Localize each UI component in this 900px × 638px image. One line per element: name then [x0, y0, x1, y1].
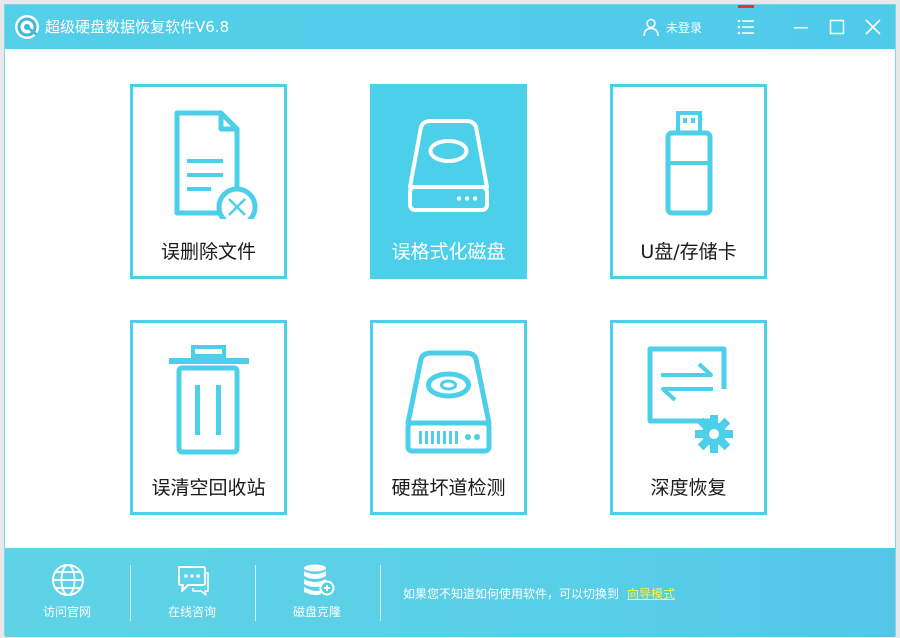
usb-drive-icon	[665, 111, 713, 216]
tile-label: 误清空回收站	[151, 477, 266, 499]
login-button[interactable]: 未登录	[641, 16, 702, 38]
wizard-mode-link[interactable]: 向导模式	[627, 587, 675, 601]
guide-hint-text: 如果您不知道如何使用软件，可以切换到	[403, 587, 620, 601]
app-window: 超级硬盘数据恢复软件V6.8 未登录 误删除文件 误格式化磁盘 U盘/存储卡 误…	[4, 4, 896, 637]
maximize-icon	[829, 19, 845, 35]
close-icon	[865, 19, 881, 35]
database-clone-icon	[304, 564, 335, 596]
toolbar-divider	[255, 565, 256, 621]
toolbar-divider	[130, 565, 131, 621]
tile-deep-recovery[interactable]: 深度恢复	[610, 320, 767, 515]
title-bar[interactable]: 超级硬盘数据恢复软件V6.8 未登录	[5, 5, 895, 49]
user-icon	[643, 18, 659, 37]
guide-hint: 如果您不知道如何使用软件，可以切换到 向导模式	[403, 586, 675, 602]
menu-button[interactable]	[729, 5, 763, 49]
app-title: 超级硬盘数据恢复软件V6.8	[45, 18, 230, 36]
online-consult-label: 在线咨询	[167, 605, 216, 619]
chat-icon	[178, 566, 209, 596]
deep-recovery-icon	[647, 346, 733, 453]
tile-label: 误格式化磁盘	[391, 241, 506, 263]
deleted-file-icon	[174, 110, 258, 219]
globe-icon	[52, 564, 84, 596]
tile-bad-sector-check[interactable]: 硬盘坏道检测	[370, 320, 527, 515]
login-status-label: 未登录	[666, 20, 703, 35]
hard-drive-icon	[408, 119, 489, 212]
online-consult-button[interactable]: 在线咨询	[132, 548, 252, 637]
maximize-button[interactable]	[819, 5, 855, 49]
app-logo-icon	[15, 15, 39, 39]
menu-notification-marker	[738, 5, 754, 8]
tile-deleted-files[interactable]: 误删除文件	[130, 84, 287, 279]
tile-recycle-bin[interactable]: 误清空回收站	[130, 320, 287, 515]
toolbar-divider	[380, 565, 381, 621]
close-button[interactable]	[855, 5, 891, 49]
trash-icon	[169, 345, 249, 455]
menu-icon	[737, 19, 754, 35]
bottom-toolbar: 访问官网 在线咨询 磁盘克隆 如果您不知道如何使用软件，可以切换到 向导模式	[5, 548, 895, 637]
tile-label: 深度恢复	[650, 477, 727, 499]
visit-website-label: 访问官网	[42, 605, 91, 619]
tile-label: 误删除文件	[160, 241, 256, 263]
disk-clone-label: 磁盘克隆	[292, 605, 341, 619]
tile-formatted-disk[interactable]: 误格式化磁盘	[370, 84, 527, 279]
minimize-button[interactable]	[783, 5, 819, 49]
disk-clone-button[interactable]: 磁盘克隆	[257, 548, 377, 637]
disk-scan-icon	[405, 350, 492, 454]
minimize-icon	[794, 27, 808, 29]
tile-label: U盘/存储卡	[640, 241, 737, 263]
tile-usb-storage[interactable]: U盘/存储卡	[610, 84, 767, 279]
visit-website-button[interactable]: 访问官网	[7, 548, 127, 637]
tile-label: 硬盘坏道检测	[391, 477, 506, 499]
